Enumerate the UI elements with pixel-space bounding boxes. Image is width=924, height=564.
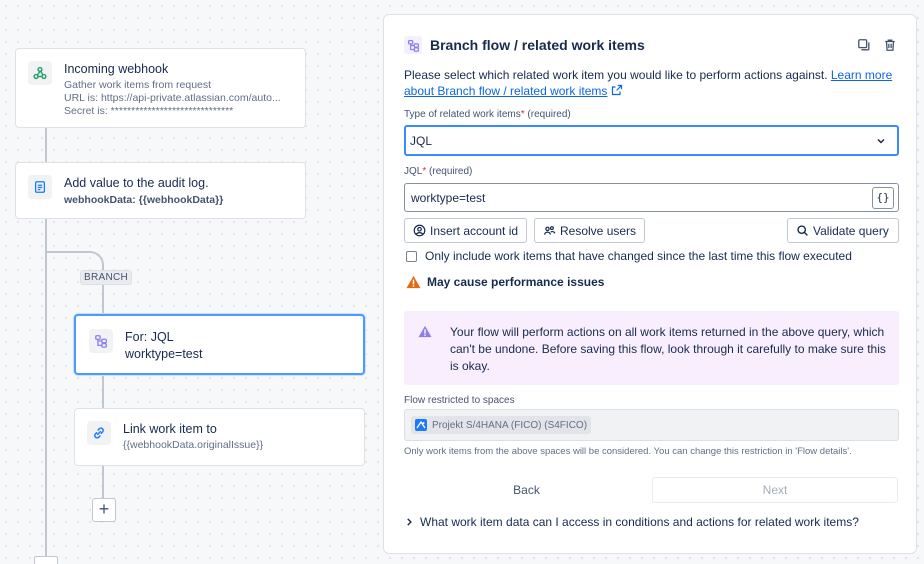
flow-canvas: Incoming webhook Gather work items from … [0,0,384,564]
spaces-label: Flow restricted to spaces [404,395,515,406]
action-node-audit-log[interactable]: Add value to the audit log. webhookData:… [15,162,306,219]
link-icon [87,421,111,445]
external-link-icon [611,84,622,96]
insert-account-id-button[interactable]: Insert account id [404,218,528,243]
faq-label: What work item data can I access in cond… [420,515,859,529]
connector-line [102,465,104,498]
copy-icon [858,39,870,51]
jql-required-text: (required) [429,166,473,177]
insert-account-id-label: Insert account id [430,223,519,238]
resolve-users-label: Resolve users [560,223,637,238]
node-title: Link work item to [123,422,217,436]
validate-query-button[interactable]: Validate query [787,218,899,243]
node-title: Incoming webhook [64,62,169,76]
back-button[interactable]: Back [404,477,649,503]
jql-label: JQL* (required) [404,166,472,177]
type-select-value: JQL [410,133,433,148]
changed-only-checkbox[interactable] [406,250,417,262]
type-required-text: (required) [527,109,571,120]
branch-label: BRANCH [80,270,133,285]
space-avatar-icon [415,419,427,431]
validate-query-label: Validate query [813,223,889,238]
node-url: URL is: https://api-private.atlassian.co… [64,92,281,104]
chevron-right-icon [407,518,412,526]
node-subtitle: worktype=test [125,347,203,361]
node-title: For: JQL [125,330,174,344]
node-title: Add value to the audit log. [64,176,209,190]
connector-line [102,374,104,408]
trigger-node-incoming-webhook[interactable]: Incoming webhook Gather work items from … [15,48,306,128]
next-button[interactable]: Next [652,477,898,503]
panel-title: Branch flow / related work items [430,37,645,53]
webhook-icon [28,61,52,85]
space-chip: Projekt S/4HANA (FICO) (S4FICO) [411,416,592,434]
duplicate-button[interactable] [856,37,872,53]
alert-text: Your flow will perform actions on all wo… [450,325,886,373]
performance-warning: May cause performance issues [406,275,604,289]
smart-value-button[interactable]: {} [872,186,894,209]
node-secret: Secret is: *****************************… [64,105,234,117]
people-icon [544,226,556,235]
audit-log-icon [28,175,52,199]
search-icon [797,225,808,236]
connector-end-box [34,556,58,564]
spaces-help-text: Only work items from the above spaces wi… [404,446,852,457]
chevron-down-icon [877,138,885,144]
resolve-users-button[interactable]: Resolve users [534,218,646,243]
space-chip-label: Projekt S/4HANA (FICO) (S4FICO) [432,419,588,431]
panel-header: Branch flow / related work items [404,35,898,55]
connector-line [45,127,47,162]
jql-field: {} [404,183,899,212]
connector-line [102,286,104,314]
discovery-alert: Your flow will perform actions on all wo… [404,311,899,385]
changed-only-label: Only include work items that have change… [425,249,852,263]
add-step-button[interactable]: + [92,498,116,522]
delete-button[interactable] [882,37,898,53]
faq-expander[interactable]: What work item data can I access in cond… [404,515,859,529]
performance-warning-text: May cause performance issues [427,275,605,289]
action-node-link-work-item[interactable]: Link work item to {{webhookData.original… [74,408,365,466]
type-label: Type of related work items* (required) [404,109,571,120]
warning-icon [418,325,432,338]
node-subtitle: {{webhookData.originalIssue}} [123,439,264,451]
required-star: * [520,109,525,120]
branch-icon [404,36,422,54]
intro-body: Please select which related work item yo… [404,68,831,82]
changed-only-checkbox-row[interactable]: Only include work items that have change… [406,249,852,263]
branch-node-for-jql[interactable]: For: JQL worktype=test [74,314,365,375]
required-star: * [422,166,427,177]
trash-icon [885,39,895,51]
intro-text: Please select which related work item yo… [404,67,899,99]
config-panel: Branch flow / related work items Please … [383,14,917,554]
jql-label-text: JQL [404,166,423,177]
type-label-text: Type of related work items [404,109,521,120]
jql-input[interactable] [405,190,872,205]
node-subtitle: webhookData: {{webhookData}} [64,194,224,206]
type-select[interactable]: JQL [404,125,899,156]
node-subtitle: Gather work items from request [64,79,212,91]
warning-icon [406,275,421,289]
branch-icon [89,329,113,353]
spaces-field: Projekt S/4HANA (FICO) (S4FICO) [404,409,899,441]
user-circle-icon [413,224,426,237]
